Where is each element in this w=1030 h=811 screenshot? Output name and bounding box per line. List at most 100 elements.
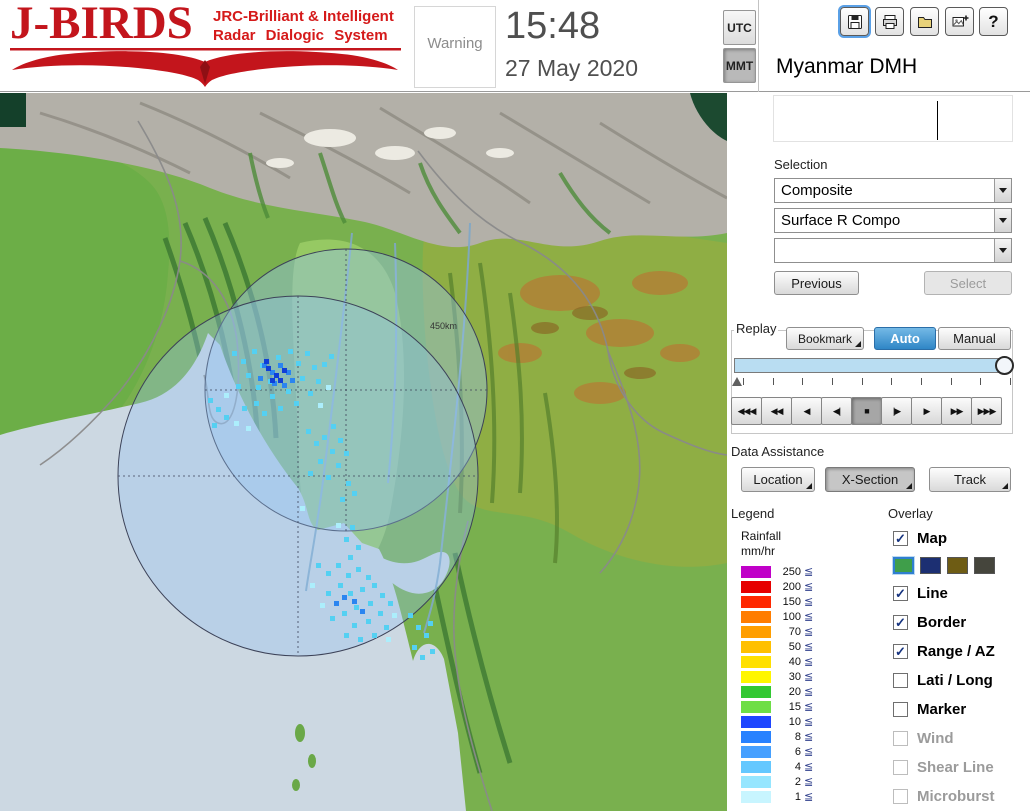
legend-color-swatch: [741, 775, 771, 788]
product-type-dropdown[interactable]: Composite: [774, 178, 1012, 203]
legend-color-swatch: [741, 595, 771, 608]
legend-color-swatch: [741, 760, 771, 773]
playback-stop-button[interactable]: ■: [851, 397, 882, 425]
legend-color-swatch: [741, 685, 771, 698]
capture-image-button[interactable]: [945, 7, 974, 36]
timezone-utc-button[interactable]: UTC: [723, 10, 756, 45]
overlay-item-line[interactable]: ✓ Line: [893, 582, 995, 604]
chevron-down-icon[interactable]: [994, 209, 1011, 232]
timeline-tick: [743, 378, 744, 385]
legend-suffix: ≦: [804, 656, 814, 668]
replay-timeline-slider[interactable]: [734, 356, 1014, 375]
replay-manual-button[interactable]: Manual: [938, 327, 1011, 350]
legend-row: 50 ≦: [741, 639, 813, 654]
timeline-slider-thumb[interactable]: [995, 356, 1014, 375]
map-palette-swatch[interactable]: [974, 557, 995, 574]
help-icon: ?: [988, 11, 999, 31]
app-logo-subtitle: JRC-Brilliant & Intelligent Radar Dialog…: [213, 7, 394, 45]
product-text-area[interactable]: [773, 95, 1013, 142]
overlay-label: Shear Line: [917, 758, 994, 776]
legend-color-swatch: [741, 730, 771, 743]
station-name: Myanmar DMH: [776, 55, 918, 78]
chevron-down-icon[interactable]: [994, 239, 1011, 262]
overlay-label: Line: [917, 584, 948, 602]
checkbox-line[interactable]: ✓: [893, 585, 908, 601]
legend-suffix: ≦: [804, 581, 814, 593]
legend-value: 10: [788, 715, 801, 728]
playback-fast-rewind-button[interactable]: ◀◀: [761, 397, 792, 425]
open-folder-button[interactable]: [910, 7, 939, 36]
map-color-palette: [893, 556, 995, 575]
overlay-label: Range / AZ: [917, 642, 995, 660]
playback-step-forward-button[interactable]: |▶: [881, 397, 912, 425]
legend-row: 20 ≦: [741, 684, 813, 699]
legend-color-swatch: [741, 655, 771, 668]
legend-row: 250 ≦: [741, 564, 813, 579]
legend-row: 10 ≦: [741, 714, 813, 729]
legend-value: 40: [788, 655, 801, 668]
chevron-down-icon[interactable]: [994, 179, 1011, 202]
legend-color-swatch: [741, 790, 771, 803]
playback-go-first-button[interactable]: ◀◀◀: [731, 397, 762, 425]
map-palette-swatch[interactable]: [920, 557, 941, 574]
legend-row: 15 ≦: [741, 699, 813, 714]
legend-value: 4: [794, 760, 801, 773]
checkbox-lati-long[interactable]: [893, 672, 908, 688]
timeline-tick: [920, 378, 922, 385]
overlay-item-wind: Wind: [893, 727, 995, 749]
overlay-item-border[interactable]: ✓ Border: [893, 611, 995, 633]
replay-auto-button[interactable]: Auto: [874, 327, 936, 350]
legend-suffix: ≦: [804, 716, 814, 728]
legend-color-swatch: [741, 625, 771, 638]
checkbox-wind: [893, 730, 908, 746]
clock-date: 27 May 2020: [505, 55, 638, 81]
legend-unit-line1: Rainfall: [741, 529, 782, 543]
playback-go-last-button[interactable]: ▶▶▶: [971, 397, 1002, 425]
logo-subtitle-line2: Radar Dialogic System: [213, 27, 388, 44]
checkbox-map[interactable]: ✓: [893, 530, 908, 546]
playback-fast-forward-button[interactable]: ▶▶: [941, 397, 972, 425]
checkbox-marker[interactable]: [893, 701, 908, 717]
timeline-ticks: [743, 378, 1011, 386]
legend-color-swatch: [741, 745, 771, 758]
legend-row: 30 ≦: [741, 669, 813, 684]
xsection-button[interactable]: X-Section: [825, 467, 915, 492]
product-value: Surface R Compo: [781, 212, 901, 229]
overlay-item-marker[interactable]: Marker: [893, 698, 995, 720]
checkbox-border[interactable]: ✓: [893, 614, 908, 630]
radar-map-viewport[interactable]: 450km: [0, 93, 727, 811]
legend-value: 70: [788, 625, 801, 638]
map-palette-swatch[interactable]: [893, 557, 914, 574]
bookmark-button[interactable]: Bookmark: [786, 327, 864, 350]
extra-dropdown[interactable]: [774, 238, 1012, 263]
overlay-section-label: Overlay: [888, 506, 933, 521]
playback-reverse-play-button[interactable]: ◀: [791, 397, 822, 425]
overlay-item-map[interactable]: ✓ Map: [893, 527, 995, 549]
previous-button[interactable]: Previous: [774, 271, 859, 295]
overlay-item-lati-long[interactable]: Lati / Long: [893, 669, 995, 691]
track-button[interactable]: Track: [929, 467, 1011, 492]
location-button[interactable]: Location: [741, 467, 815, 492]
overlay-item-range-az[interactable]: ✓ Range / AZ: [893, 640, 995, 662]
playback-play-button[interactable]: ▶: [911, 397, 942, 425]
legend-suffix: ≦: [804, 731, 814, 743]
radar-map-image[interactable]: 450km: [0, 93, 727, 811]
save-button[interactable]: [840, 7, 869, 36]
text-cursor: [937, 101, 938, 140]
eagle-logo-icon: [10, 48, 401, 87]
playback-step-back-button[interactable]: ◀|: [821, 397, 852, 425]
product-type-value: Composite: [781, 182, 853, 199]
legend-suffix: ≦: [804, 776, 814, 788]
legend-value: 8: [794, 730, 801, 743]
legend-row: 200 ≦: [741, 579, 813, 594]
map-palette-swatch[interactable]: [947, 557, 968, 574]
product-dropdown[interactable]: Surface R Compo: [774, 208, 1012, 233]
legend-row: 2 ≦: [741, 774, 813, 789]
overlay-label: Border: [917, 613, 967, 631]
help-button[interactable]: ?: [979, 7, 1008, 36]
legend-suffix: ≦: [804, 761, 814, 773]
timezone-mmt-button[interactable]: MMT: [723, 48, 756, 83]
checkbox-range-az[interactable]: ✓: [893, 643, 908, 659]
legend-unit: Rainfall mm/hr: [741, 529, 781, 559]
print-button[interactable]: [875, 7, 904, 36]
